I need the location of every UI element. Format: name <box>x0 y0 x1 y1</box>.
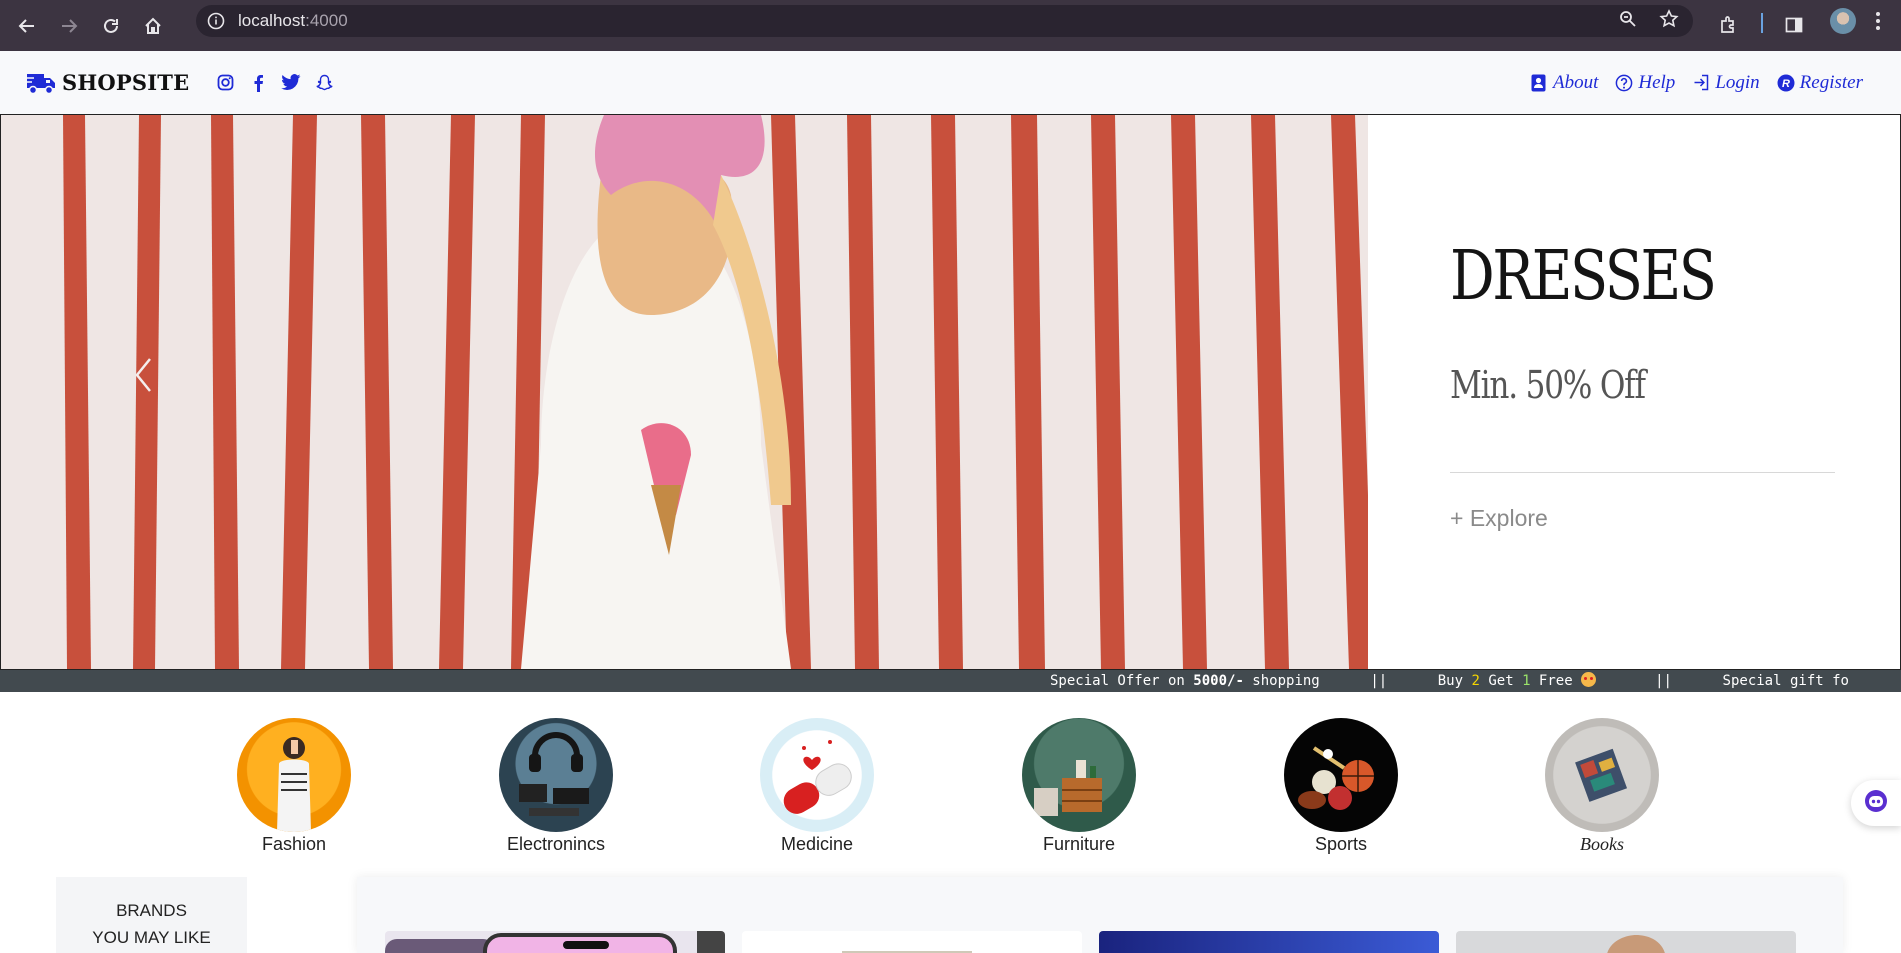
nav-about-label: About <box>1552 71 1599 93</box>
instagram-icon[interactable] <box>215 73 235 93</box>
product-card-4[interactable] <box>1456 931 1796 953</box>
category-books[interactable]: Books <box>1522 718 1682 855</box>
hero-text-panel: DRESSES Min. 50% Off + Explore <box>1450 115 1835 669</box>
nav-login[interactable]: Login <box>1692 71 1760 94</box>
nav-register[interactable]: R Register <box>1777 72 1863 94</box>
category-books-label: Books <box>1580 834 1624 854</box>
nav-help[interactable]: Help <box>1615 72 1675 94</box>
category-medicine[interactable]: Medicine <box>737 718 897 855</box>
brand-name: SHOPSITE <box>62 70 190 95</box>
offer-2-get: Get <box>1479 673 1523 689</box>
nav-login-label: Login <box>1715 71 1760 93</box>
forward-icon[interactable] <box>54 11 84 41</box>
login-icon <box>1692 74 1710 92</box>
sports-image <box>1284 718 1398 832</box>
offer-1-amount: 5000/- <box>1193 673 1244 689</box>
hero-subtitle: Min. 50% Off <box>1450 363 1646 407</box>
browser-menu-icon[interactable] <box>1876 12 1880 32</box>
url-port: :4000 <box>305 11 348 30</box>
products-panel <box>357 877 1843 953</box>
brands-panel: BRANDS YOU MAY LIKE <box>56 877 247 953</box>
side-panel-icon[interactable] <box>1779 10 1809 40</box>
hero-carousel: DRESSES Min. 50% Off + Explore <box>0 114 1901 670</box>
offer-2-text: Buy <box>1437 673 1472 689</box>
offer-2-free-count: 1 <box>1522 673 1531 689</box>
home-icon[interactable] <box>138 11 168 41</box>
truck-logo-icon <box>26 71 56 95</box>
brands-title-line1: BRANDS <box>116 901 187 920</box>
contact-card-icon <box>1530 74 1548 92</box>
category-strip: Fashion Electronincs Medicine Furniture … <box>0 718 1901 858</box>
offer-3: Special gift fo <box>1722 673 1849 689</box>
chat-assistant-button[interactable] <box>1851 780 1901 826</box>
offer-2-free: Free <box>1530 673 1582 689</box>
ticker-separator: || <box>1370 673 1388 689</box>
social-links <box>215 73 334 93</box>
snapchat-icon[interactable] <box>314 73 334 93</box>
robot-icon <box>1863 788 1889 819</box>
heart-eyes-emoji-icon <box>1581 672 1597 687</box>
category-fashion[interactable]: Fashion <box>214 718 374 855</box>
furniture-image <box>1022 718 1136 832</box>
brand[interactable]: SHOPSITE <box>26 70 189 95</box>
ticker-track: Special Offer on 5000/- shopping || Buy … <box>1050 672 1849 689</box>
category-sports-label: Sports <box>1314 834 1368 854</box>
category-electronics-label: Electronincs <box>506 834 606 854</box>
offer-1-suffix: shopping <box>1243 673 1320 689</box>
category-furniture[interactable]: Furniture <box>999 718 1159 855</box>
facebook-icon[interactable] <box>248 73 268 93</box>
profile-avatar[interactable] <box>1830 8 1856 34</box>
register-r-circle-icon: R <box>1777 74 1795 92</box>
browser-toolbar: localhost:4000 <box>0 0 1901 51</box>
offer-2-buy-count: 2 <box>1471 673 1480 689</box>
category-fashion-label: Fashion <box>261 834 327 854</box>
site-info-icon[interactable] <box>206 11 226 31</box>
product-card-phone[interactable] <box>385 931 725 953</box>
product-card-2[interactable] <box>742 931 1082 953</box>
books-image <box>1545 718 1659 832</box>
category-medicine-label: Medicine <box>780 834 854 854</box>
nav-help-label: Help <box>1638 71 1676 93</box>
question-circle-icon <box>1615 74 1633 92</box>
svg-text:R: R <box>1782 78 1790 90</box>
offer-1: Special Offer on 5000/- shopping <box>1050 673 1320 689</box>
category-sports[interactable]: Sports <box>1261 718 1421 855</box>
hero-title: DRESSES <box>1450 237 1717 316</box>
brands-title-line2: YOU MAY LIKE <box>92 928 211 947</box>
offers-ticker: Special Offer on 5000/- shopping || Buy … <box>0 670 1901 692</box>
nav-links: About Help Login R Register <box>1530 51 1863 114</box>
offer-1-text: Special Offer on <box>1050 673 1194 689</box>
site-navbar: SHOPSITE About Help Login R Register <box>0 51 1901 114</box>
hero-divider <box>1450 472 1835 473</box>
fashion-image <box>237 718 351 832</box>
twitter-icon[interactable] <box>281 73 301 93</box>
url-text[interactable]: localhost:4000 <box>238 11 348 31</box>
url-host: localhost <box>238 11 306 30</box>
category-electronics[interactable]: Electronincs <box>476 718 636 855</box>
nav-register-label: Register <box>1799 71 1863 93</box>
medicine-image <box>760 718 874 832</box>
product-card-3[interactable] <box>1099 931 1439 953</box>
reload-icon[interactable] <box>96 11 126 41</box>
toolbar-separator <box>1761 13 1763 33</box>
address-bar[interactable]: localhost:4000 <box>196 5 1693 37</box>
back-icon[interactable] <box>12 11 42 41</box>
explore-link[interactable]: + Explore <box>1450 505 1548 532</box>
category-furniture-label: Furniture <box>1042 834 1116 854</box>
hero-image <box>1 115 1368 669</box>
zoom-icon[interactable] <box>1619 10 1637 33</box>
electronics-image <box>499 718 613 832</box>
extensions-icon[interactable] <box>1713 10 1743 40</box>
nav-about[interactable]: About <box>1530 72 1598 94</box>
carousel-prev-icon[interactable] <box>129 345 159 405</box>
bookmark-star-icon[interactable] <box>1659 8 1679 34</box>
offer-2: Buy 2 Get 1 Free <box>1437 672 1597 689</box>
ticker-separator: || <box>1655 673 1672 689</box>
